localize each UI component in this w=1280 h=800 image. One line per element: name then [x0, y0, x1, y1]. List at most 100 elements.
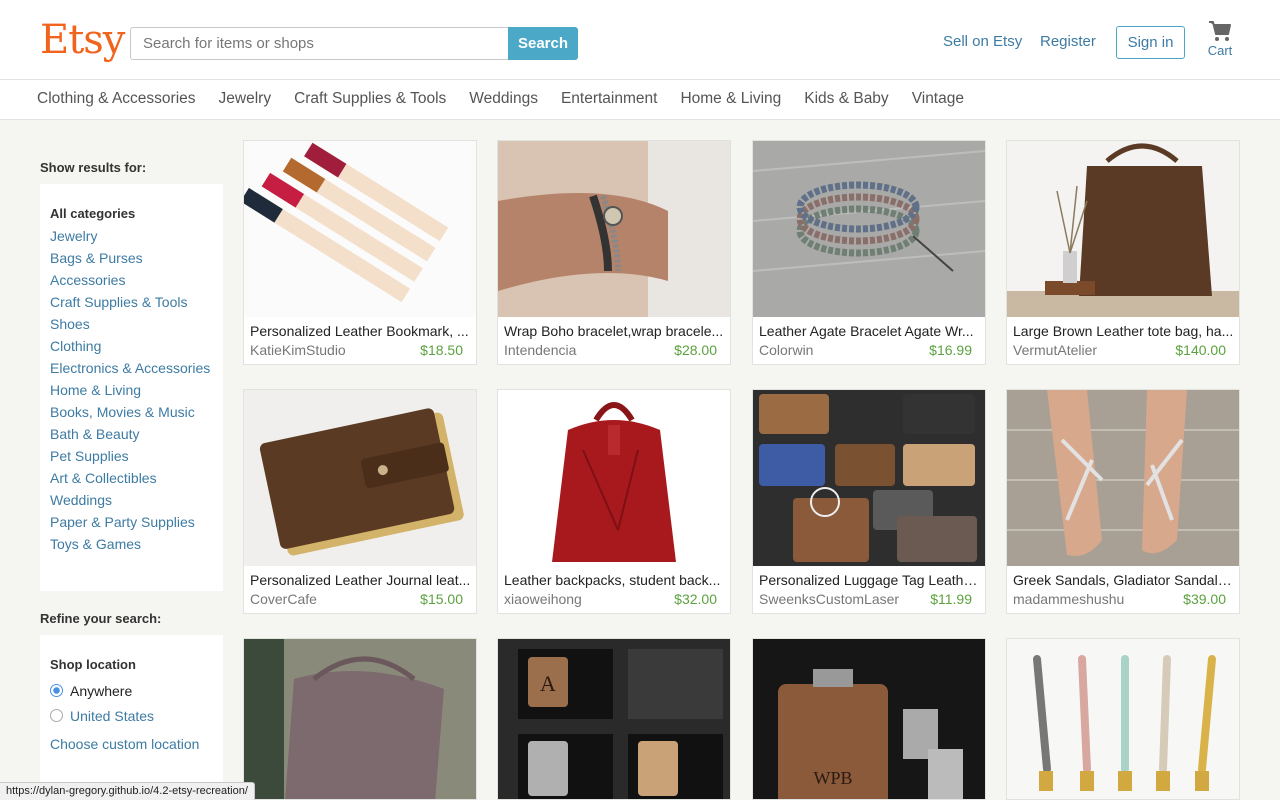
category-link-pet-supplies[interactable]: Pet Supplies: [50, 445, 213, 467]
wrap-bracelet-image: [498, 141, 730, 317]
listing-image-greek-sandals[interactable]: [1007, 390, 1239, 566]
search-button[interactable]: Search: [508, 27, 578, 60]
category-link-shoes[interactable]: Shoes: [50, 313, 213, 335]
rope-keychains-image: [1007, 639, 1239, 799]
listing-card[interactable]: A: [497, 638, 731, 800]
location-option-united-states[interactable]: United States: [50, 703, 213, 728]
listing-shop-name[interactable]: xiaoweihong: [504, 591, 582, 607]
listing-card[interactable]: WPB: [752, 638, 986, 800]
agate-bracelet-image: [753, 141, 985, 317]
listing-shop-name[interactable]: SweenksCustomLaser: [759, 591, 899, 607]
all-categories-label: All categories: [50, 206, 136, 221]
etsy-logo[interactable]: Etsy: [40, 16, 125, 64]
category-link-weddings[interactable]: Weddings: [50, 489, 213, 511]
listing-card[interactable]: Leather backpacks, student back... xiaow…: [497, 389, 731, 614]
category-link-electronics[interactable]: Electronics & Accessories: [50, 357, 213, 379]
sign-in-button[interactable]: Sign in: [1116, 26, 1185, 59]
luggage-tags-image: [753, 390, 985, 566]
shop-location-panel: Shop location Anywhere United States Cho…: [40, 635, 223, 785]
category-nav: Clothing & Accessories Jewelry Craft Sup…: [0, 80, 1280, 120]
listing-card[interactable]: Greek Sandals, Gladiator Sandals... mada…: [1006, 389, 1240, 614]
nav-item-kids-baby[interactable]: Kids & Baby: [804, 80, 888, 119]
listing-title[interactable]: Personalized Leather Bookmark, ...: [250, 323, 472, 339]
category-link-paper-party[interactable]: Paper & Party Supplies: [50, 511, 213, 533]
listing-card[interactable]: Large Brown Leather tote bag, ha... Verm…: [1006, 140, 1240, 365]
category-filter-panel: All categories Jewelry Bags & Purses Acc…: [40, 184, 223, 591]
listing-shop-name[interactable]: Colorwin: [759, 342, 813, 358]
listing-shop-name[interactable]: VermutAtelier: [1013, 342, 1097, 358]
location-option-label: Anywhere: [70, 682, 133, 699]
listing-card[interactable]: Leather Agate Bracelet Agate Wr... Color…: [752, 140, 986, 365]
listing-image-red-backpack[interactable]: [498, 390, 730, 566]
listing-title[interactable]: Leather Agate Bracelet Agate Wr...: [759, 323, 981, 339]
listing-price: $16.99: [929, 342, 972, 358]
category-link-home-living[interactable]: Home & Living: [50, 379, 213, 401]
nav-item-vintage[interactable]: Vintage: [912, 80, 964, 119]
cart-button[interactable]: Cart: [1203, 20, 1237, 58]
listing-image-leather-journal[interactable]: [244, 390, 476, 566]
shop-location-title: Shop location: [50, 657, 136, 672]
leather-tote-image: [1007, 141, 1239, 317]
nav-item-weddings[interactable]: Weddings: [469, 80, 538, 119]
flask-engraving: A: [540, 671, 556, 696]
listing-price: $11.99: [930, 591, 972, 607]
category-link-accessories[interactable]: Accessories: [50, 269, 213, 291]
listing-title[interactable]: Leather backpacks, student back...: [504, 572, 726, 588]
listing-title[interactable]: Personalized Luggage Tag Leathe...: [759, 572, 981, 588]
category-link-craft-supplies[interactable]: Craft Supplies & Tools: [50, 291, 213, 313]
category-link-toys-games[interactable]: Toys & Games: [50, 533, 213, 555]
listing-image-luggage-tags[interactable]: [753, 390, 985, 566]
listing-image-leather-tote[interactable]: [1007, 141, 1239, 317]
nav-item-entertainment[interactable]: Entertainment: [561, 80, 658, 119]
nav-item-home-living[interactable]: Home & Living: [680, 80, 781, 119]
location-option-label: United States: [70, 707, 155, 724]
listing-image-leather-bookmarks[interactable]: [244, 141, 476, 317]
listing-image-grey-handbag[interactable]: [244, 639, 476, 799]
category-link-clothing[interactable]: Clothing: [50, 335, 213, 357]
cart-label: Cart: [1207, 43, 1233, 58]
listing-shop-name[interactable]: CoverCafe: [250, 591, 317, 607]
listing-card[interactable]: [243, 638, 477, 800]
listing-card[interactable]: [1006, 638, 1240, 800]
category-link-bags-purses[interactable]: Bags & Purses: [50, 247, 213, 269]
listing-card[interactable]: Personalized Leather Journal leat... Cov…: [243, 389, 477, 614]
nav-item-jewelry[interactable]: Jewelry: [219, 80, 272, 119]
listing-image-wood-flask[interactable]: WPB: [753, 639, 985, 799]
leather-journal-image: [244, 390, 476, 566]
listing-shop-name[interactable]: madammeshushu: [1013, 591, 1124, 607]
listing-price: $15.00: [420, 591, 463, 607]
site-header: Etsy Search Sell on Etsy Register Sign i…: [0, 0, 1280, 80]
category-link-bath-beauty[interactable]: Bath & Beauty: [50, 423, 213, 445]
radio-united-states[interactable]: [50, 709, 63, 722]
choose-custom-location-link[interactable]: Choose custom location: [50, 736, 213, 752]
listing-card[interactable]: Wrap Boho bracelet,wrap bracele... Inten…: [497, 140, 731, 365]
category-link-jewelry[interactable]: Jewelry: [50, 225, 213, 247]
nav-item-craft-supplies[interactable]: Craft Supplies & Tools: [294, 80, 446, 119]
listing-title[interactable]: Wrap Boho bracelet,wrap bracele...: [504, 323, 726, 339]
grey-handbag-image: [244, 639, 476, 799]
listing-image-flask-gift-sets[interactable]: A: [498, 639, 730, 799]
category-link-art-collectibles[interactable]: Art & Collectibles: [50, 467, 213, 489]
listing-image-rope-keychains[interactable]: [1007, 639, 1239, 799]
sell-on-etsy-link[interactable]: Sell on Etsy: [943, 33, 1022, 50]
listing-card[interactable]: Personalized Luggage Tag Leathe... Sween…: [752, 389, 986, 614]
register-link[interactable]: Register: [1040, 33, 1096, 50]
leather-bookmarks-image: [244, 141, 476, 317]
listing-price: $18.50: [420, 342, 463, 358]
listing-card[interactable]: Personalized Leather Bookmark, ... Katie…: [243, 140, 477, 365]
search-bar: Search: [130, 27, 578, 60]
nav-item-clothing-accessories[interactable]: Clothing & Accessories: [37, 80, 196, 119]
radio-anywhere[interactable]: [50, 684, 63, 697]
listing-title[interactable]: Large Brown Leather tote bag, ha...: [1013, 323, 1235, 339]
listing-image-wrap-bracelet[interactable]: [498, 141, 730, 317]
listing-shop-name[interactable]: Intendencia: [504, 342, 576, 358]
listing-title[interactable]: Greek Sandals, Gladiator Sandals...: [1013, 572, 1235, 588]
browser-status-bar: https://dylan-gregory.github.io/4.2-etsy…: [0, 782, 255, 800]
listing-title[interactable]: Personalized Leather Journal leat...: [250, 572, 472, 588]
listing-shop-name[interactable]: KatieKimStudio: [250, 342, 346, 358]
category-link-books-movies-music[interactable]: Books, Movies & Music: [50, 401, 213, 423]
flask-engraving: WPB: [813, 768, 852, 788]
location-option-anywhere[interactable]: Anywhere: [50, 678, 213, 703]
listing-image-agate-bracelet[interactable]: [753, 141, 985, 317]
search-input[interactable]: [130, 27, 508, 60]
